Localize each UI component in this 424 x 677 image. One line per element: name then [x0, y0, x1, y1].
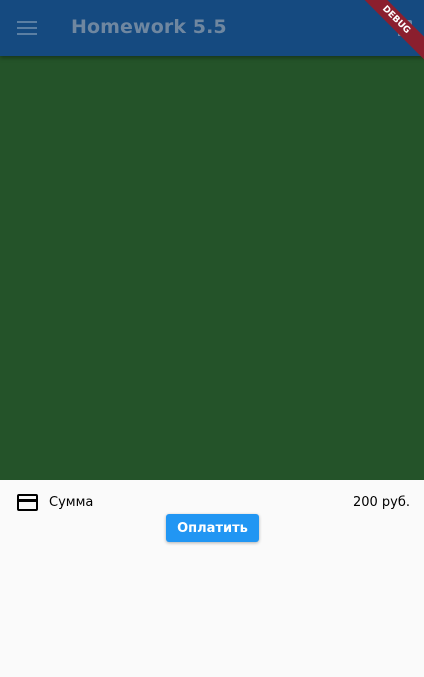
pay-button[interactable]: Оплатить [166, 514, 259, 542]
app-screen: Homework 5.5 DEBUG Сумма 200 руб. Оплати… [0, 0, 424, 677]
content-area [0, 56, 424, 480]
app-bar: Homework 5.5 [0, 0, 424, 56]
credit-card-icon [17, 494, 38, 511]
app-title: Homework 5.5 [71, 16, 227, 38]
sum-amount: 200 руб. [352, 495, 410, 510]
hamburger-menu-icon[interactable] [16, 17, 38, 39]
sum-label: Сумма [49, 495, 94, 510]
